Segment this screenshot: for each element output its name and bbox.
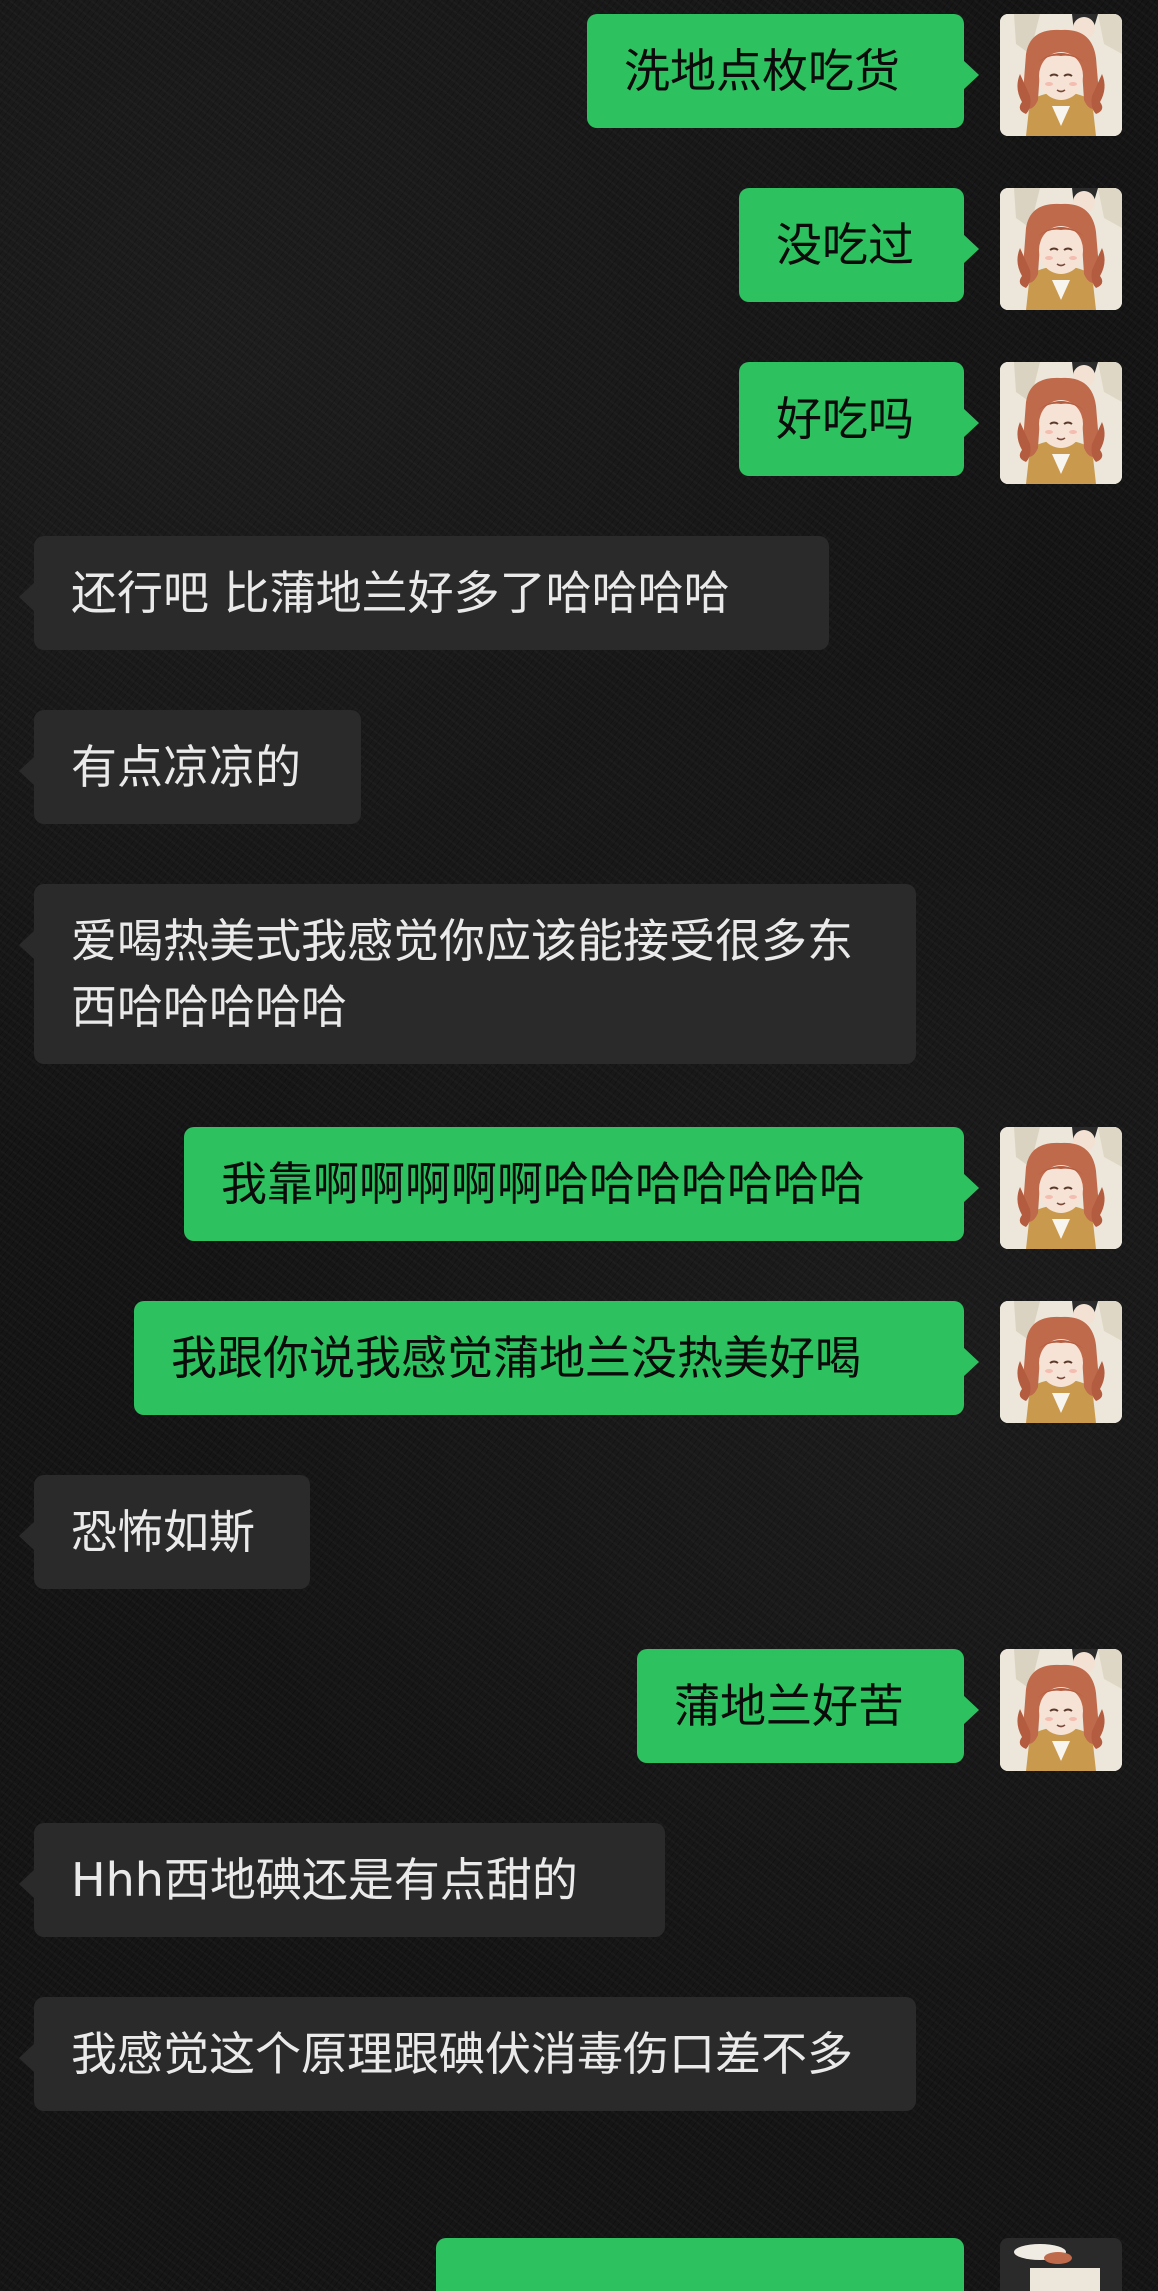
sent-message-bubble[interactable]: 好吃吗 [739,362,979,476]
user-avatar[interactable] [1000,2238,1122,2291]
user-avatar[interactable] [1000,362,1122,484]
sent-message-bubble[interactable]: 洗地点枚吃货 [587,14,979,128]
received-message-bubble[interactable]: Hhh西地碘还是有点甜的 [19,1823,665,1937]
user-avatar[interactable] [1000,1301,1122,1423]
message-bubble-partial[interactable] [436,2238,964,2291]
sent-message-bubble[interactable]: 没吃过 [739,188,979,302]
received-message-bubble[interactable]: 恐怖如斯 [19,1475,310,1589]
received-message-bubble[interactable]: 有点凉凉的 [19,710,361,824]
sent-message-bubble[interactable]: 我跟你说我感觉蒲地兰没热美好喝 [134,1301,979,1415]
user-avatar[interactable] [1000,1649,1122,1771]
sent-message-bubble[interactable]: 我靠啊啊啊啊啊哈哈哈哈哈哈哈 [184,1127,979,1241]
sent-message-bubble[interactable]: 蒲地兰好苦 [637,1649,979,1763]
user-avatar[interactable] [1000,1127,1122,1249]
user-avatar[interactable] [1000,14,1122,136]
received-message-bubble[interactable]: 还行吧 比蒲地兰好多了哈哈哈哈 [19,536,829,650]
received-message-bubble[interactable]: 我感觉这个原理跟碘伏消毒伤口差不多 [19,1997,916,2111]
received-message-bubble[interactable]: 爱喝热美式我感觉你应该能接受很多东西哈哈哈哈哈 [19,884,916,1064]
user-avatar[interactable] [1000,188,1122,310]
